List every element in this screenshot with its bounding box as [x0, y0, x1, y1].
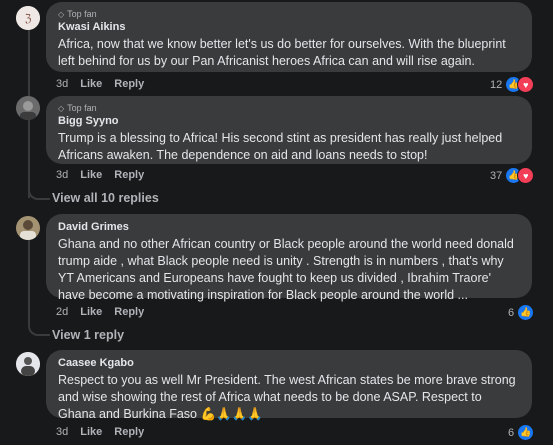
comment-text: Respect to you as well Mr President. The… — [58, 373, 516, 421]
comment-text: Trump is a blessing to Africa! His secon… — [58, 131, 503, 162]
comment-text: Ghana and no other African country or Bl… — [58, 237, 514, 302]
comment-author[interactable]: Caasee Kgabo — [58, 356, 520, 370]
reply-button[interactable]: Reply — [114, 169, 144, 181]
comment-author[interactable]: David Grimes — [58, 220, 520, 234]
gem-icon: ◇ — [58, 103, 65, 113]
reply-button[interactable]: Reply — [114, 78, 144, 90]
reaction-summary[interactable]: 12 👍 ♥ — [490, 76, 535, 93]
reaction-count: 12 — [490, 78, 503, 91]
view-replies-link[interactable]: View 1 reply — [52, 328, 124, 342]
comment-author[interactable]: Bigg Syyno — [58, 114, 520, 128]
comment-time[interactable]: 3d — [56, 426, 68, 438]
like-reaction-icon: 👍 — [517, 304, 535, 321]
comment-bubble: ◇ Top fan Kwasi Aikins Africa, now that w… — [46, 2, 532, 72]
reaction-summary[interactable]: 6 👍 — [508, 304, 535, 321]
love-reaction-icon: ♥ — [517, 167, 535, 184]
reply-button[interactable]: Reply — [114, 426, 144, 438]
comment-author[interactable]: Kwasi Aikins — [58, 20, 520, 34]
svg-text:ℨ: ℨ — [24, 12, 32, 25]
comment-actions: 3d Like Reply — [56, 169, 144, 181]
like-button[interactable]: Like — [80, 306, 102, 318]
love-reaction-icon: ♥ — [517, 76, 535, 93]
comment-actions: 3d Like Reply — [56, 426, 144, 438]
comment-bubble: Caasee Kgabo Respect to you as well Mr P… — [46, 350, 532, 421]
like-button[interactable]: Like — [80, 169, 102, 181]
avatar[interactable] — [16, 96, 40, 120]
avatar[interactable] — [16, 352, 40, 376]
reply-button[interactable]: Reply — [114, 306, 144, 318]
comment-actions: 3d Like Reply — [56, 78, 144, 90]
thread-elbow — [28, 186, 50, 200]
thread-line — [28, 236, 30, 322]
gem-icon: ◇ — [58, 9, 65, 19]
top-fan-badge: ◇ Top fan — [58, 9, 97, 19]
thread-elbow — [28, 322, 50, 336]
comment-time[interactable]: 3d — [56, 78, 68, 90]
comment-bubble: ◇ Top fan Bigg Syyno Trump is a blessing … — [46, 96, 532, 164]
reaction-count: 6 — [508, 306, 515, 319]
comment-time[interactable]: 2d — [56, 306, 68, 318]
avatar[interactable]: ℨ — [16, 6, 40, 30]
like-button[interactable]: Like — [80, 78, 102, 90]
like-button[interactable]: Like — [80, 426, 102, 438]
top-fan-badge: ◇ Top fan — [58, 103, 97, 113]
comment-text: Africa, now that we know better let's us… — [58, 37, 506, 68]
like-reaction-icon: 👍 — [517, 424, 535, 441]
comment-time[interactable]: 3d — [56, 169, 68, 181]
reaction-summary[interactable]: 37 👍 ♥ — [490, 167, 535, 184]
comment-actions: 2d Like Reply — [56, 306, 144, 318]
reaction-count: 6 — [508, 426, 515, 439]
reaction-count: 37 — [490, 169, 503, 182]
view-all-replies-link[interactable]: View all 10 replies — [52, 191, 159, 205]
reaction-summary[interactable]: 6 👍 — [508, 424, 535, 441]
comment-bubble: David Grimes Ghana and no other African … — [46, 214, 532, 302]
avatar[interactable] — [16, 216, 40, 240]
